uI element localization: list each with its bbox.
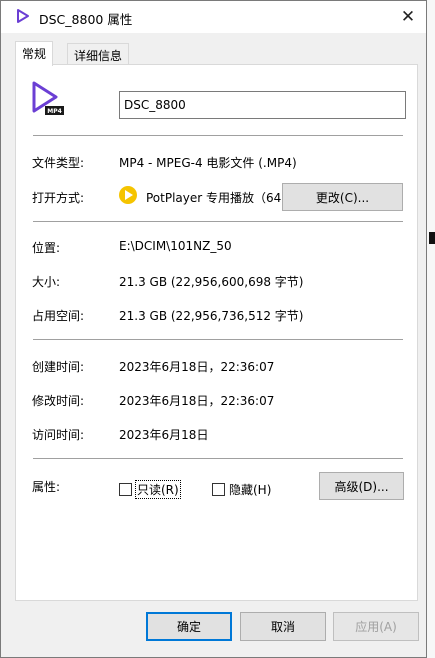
video-file-icon xyxy=(17,9,29,23)
close-icon: ✕ xyxy=(400,7,416,27)
advanced-button-label: 高级(D)... xyxy=(334,479,389,494)
change-button-label: 更改(C)... xyxy=(315,190,370,205)
size-value: 21.3 GB (22,956,600,698 字节) xyxy=(119,275,304,289)
separator xyxy=(33,221,403,222)
attributes-label: 属性: xyxy=(32,480,61,494)
hidden-checkbox[interactable]: 隐藏(H) xyxy=(212,481,271,498)
file-type-label: 文件类型: xyxy=(32,156,85,170)
size-on-disk-label: 占用空间: xyxy=(32,309,85,323)
cancel-button[interactable]: 取消 xyxy=(240,612,326,641)
size-label: 大小: xyxy=(32,275,61,289)
separator xyxy=(33,458,403,459)
readonly-checkbox-box[interactable] xyxy=(119,483,132,496)
file-name-input[interactable] xyxy=(119,91,406,119)
title-bar: DSC_8800 属性 ✕ xyxy=(1,1,426,33)
tab-details[interactable]: 详细信息 xyxy=(67,43,130,65)
file-type-value: MP4 - MPEG-4 电影文件 (.MP4) xyxy=(119,156,297,170)
created-value: 2023年6月18日，22:36:07 xyxy=(119,360,275,374)
separator xyxy=(33,135,403,136)
accessed-label: 访问时间: xyxy=(32,428,85,442)
hidden-checkbox-label: 隐藏(H) xyxy=(229,483,272,497)
tab-general[interactable]: 常规 xyxy=(15,41,54,66)
cancel-button-label: 取消 xyxy=(270,620,295,634)
apply-button[interactable]: 应用(A) xyxy=(333,612,419,641)
created-label: 创建时间: xyxy=(32,360,85,374)
separator xyxy=(33,339,403,340)
window-title: DSC_8800 属性 xyxy=(39,12,133,27)
video-file-icon: MP4 xyxy=(32,81,64,115)
location-value: E:\DCIM\101NZ_50 xyxy=(119,239,232,253)
tab-details-label: 详细信息 xyxy=(74,49,123,63)
open-with-label: 打开方式: xyxy=(32,191,85,205)
close-button[interactable]: ✕ xyxy=(390,1,426,33)
advanced-button[interactable]: 高级(D)... xyxy=(319,472,404,500)
readonly-checkbox-label: 只读(R) xyxy=(135,480,181,499)
svg-text:MP4: MP4 xyxy=(47,108,62,115)
background-fragment xyxy=(429,232,435,244)
modified-value: 2023年6月18日，22:36:07 xyxy=(119,394,275,408)
open-with-app: PotPlayer 专用播放（64 xyxy=(146,191,282,205)
hidden-checkbox-box[interactable] xyxy=(212,483,225,496)
apply-button-label: 应用(A) xyxy=(355,620,397,634)
ok-button-label: 确定 xyxy=(176,620,201,634)
general-panel: MP4 文件类型: MP4 - MPEG-4 电影文件 (.MP4) 打开方式:… xyxy=(15,64,418,601)
ok-button[interactable]: 确定 xyxy=(146,612,232,641)
tab-general-label: 常规 xyxy=(22,47,47,61)
potplayer-icon xyxy=(119,186,137,204)
location-label: 位置: xyxy=(32,241,61,255)
properties-dialog: DSC_8800 属性 ✕ 常规 详细信息 MP4 文件类型: MP4 - MP… xyxy=(0,0,427,658)
readonly-checkbox[interactable]: 只读(R) xyxy=(119,480,181,499)
accessed-value: 2023年6月18日 xyxy=(119,428,209,442)
change-button[interactable]: 更改(C)... xyxy=(282,183,403,211)
modified-label: 修改时间: xyxy=(32,394,85,408)
size-on-disk-value: 21.3 GB (22,956,736,512 字节) xyxy=(119,309,304,323)
